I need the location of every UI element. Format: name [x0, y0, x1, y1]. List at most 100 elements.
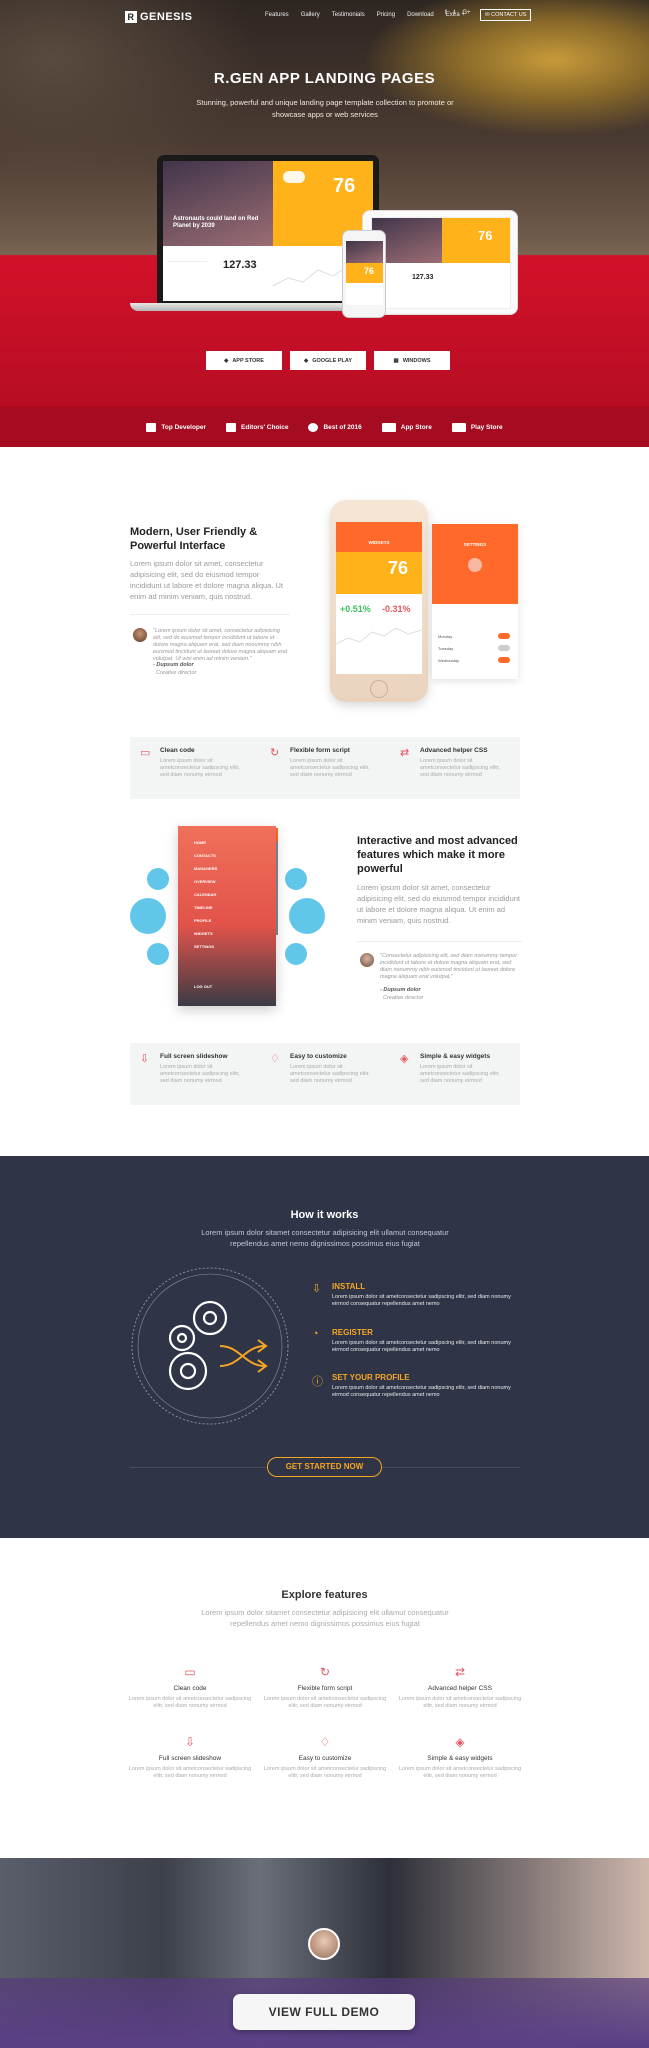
hand-icon [147, 943, 169, 965]
nav-link-testimonials[interactable]: Testimonials [332, 12, 365, 18]
award-label: Play Store [470, 423, 503, 431]
menu-item[interactable]: CALENDAR [194, 892, 216, 897]
step-install: ⇩ INSTALL Lorem ipsum dolor sit ametconsec… [312, 1282, 532, 1308]
feature-desc: Lorem ipsum dolor sit ametconsectetur sa… [290, 1064, 370, 1084]
home-button [370, 680, 388, 698]
window-icon: ▭ [140, 747, 151, 759]
info-icon: ⓘ [312, 1376, 323, 1388]
toggle-switch[interactable] [498, 657, 510, 663]
step-desc: Lorem ipsum dolor sit ametconsectetur sa… [332, 1340, 511, 1353]
step-title: INSTALL [332, 1282, 366, 1291]
box-icon: ◈ [400, 1053, 409, 1065]
menu-item[interactable]: TIMELINE [194, 905, 213, 910]
testimonial-quote: "Consectetur adipisicing elit, sed diam … [380, 953, 518, 980]
tablet-stat-value: 127.33 [412, 274, 434, 281]
how-it-works-section: How it works Lorem ipsum dolor sitamet c… [0, 1156, 649, 1538]
award-app-store: App Store [381, 422, 432, 432]
view-full-demo-button[interactable]: VIEW FULL DEMO [233, 1994, 415, 2030]
explore-item-title: Full screen slideshow [158, 1755, 222, 1762]
explore-item: ◈ Simple & easy widgets Lorem ipsum dolor … [395, 1735, 525, 1780]
nav-link-download[interactable]: Download [407, 12, 434, 18]
award-label: Best of 2016 [323, 423, 362, 431]
widgets-title: WIDGETS [368, 540, 390, 545]
twitter-icon[interactable]: t [454, 10, 456, 16]
settings-item: Wednesday [438, 658, 460, 663]
laptop-stock-list [167, 261, 207, 291]
window-icon: ▭ [184, 1665, 196, 1679]
laptop-stat-value: 127.33 [223, 259, 257, 271]
explore-item: ♢ Easy to customize Lorem ipsum dolor sit … [260, 1735, 390, 1780]
step-desc: Lorem ipsum dolor sit ametconsectetur sa… [332, 1294, 511, 1307]
register-icon: ◔ [312, 1328, 319, 1340]
play-store-badge-icon [451, 422, 466, 432]
logo-text: GENESIS [140, 11, 193, 23]
badge-icon [226, 422, 237, 432]
refresh-icon: ↻ [319, 1665, 331, 1679]
app-store-button[interactable]: ◆ APP STORE [206, 351, 282, 370]
nav-link-features[interactable]: Features [265, 12, 289, 18]
how-subtitle: Lorem ipsum dolor sitamet consectetur ad… [201, 1228, 449, 1248]
toggle-switch[interactable] [498, 633, 510, 639]
iphone-mockup: WIDGETS 76 +0.51% -0.31% [330, 500, 428, 702]
weather-widget: 76 [336, 552, 422, 594]
nav-link-gallery[interactable]: Gallery [301, 12, 320, 18]
badge-icon [308, 422, 319, 432]
feature-desc: Lorem ipsum dolor sit ametconsectetur sa… [290, 758, 370, 778]
explore-item: ↻ Flexible form script Lorem ipsum dolor s… [260, 1665, 390, 1710]
nav-link-pricing[interactable]: Pricing [377, 12, 395, 18]
award-best-of-2016: Best of 2016 [308, 422, 362, 432]
get-started-button[interactable]: GET STARTED NOW [267, 1457, 382, 1477]
explore-item-desc: Lorem ipsum dolor sit ametconsectetur sa… [263, 1766, 387, 1779]
tools-icon [130, 898, 166, 934]
logout-item[interactable]: LOG OUT [194, 984, 212, 989]
feature-form-script: ↻ Flexible form script Lorem ipsum dolor s… [260, 737, 390, 799]
google-plus-icon[interactable]: G+ [462, 10, 470, 16]
menu-item[interactable]: HOME [194, 840, 206, 845]
menu-item[interactable]: CONTACTS [194, 853, 216, 858]
tablet-temperature: 76 [478, 228, 493, 243]
android-icon: ◆ [303, 357, 309, 364]
explore-item-desc: Lorem ipsum dolor sit ametconsectetur sa… [263, 1696, 387, 1709]
box-icon: ◈ [455, 1735, 465, 1749]
phone-screen: 76 [346, 241, 383, 305]
feature-title: Full screen slideshow [160, 1053, 228, 1060]
paint-bucket-icon: ♢ [319, 1735, 331, 1749]
feature-title: Advanced helper CSS [420, 747, 488, 754]
menu-item[interactable]: MANAGERS [194, 866, 217, 871]
logo[interactable]: R GENESIS [125, 11, 192, 23]
award-label: Top Developer [161, 423, 207, 431]
gears-illustration [131, 1267, 289, 1425]
menu-item[interactable]: SETTINGS [194, 944, 214, 949]
explore-subtitle: Lorem ipsum dolor sitamet consectetur ad… [201, 1608, 449, 1628]
phone-weather-card: 76 [346, 263, 383, 283]
stat-negative: -0.31% [382, 604, 411, 614]
divider [357, 941, 522, 942]
google-play-button[interactable]: ◆ GOOGLE PLAY [290, 351, 366, 370]
download-icon: ⇩ [140, 1053, 150, 1065]
feature-customize: ♢ Easy to customize Lorem ipsum dolor sit … [260, 1043, 390, 1105]
nav-links: Features Gallery Testimonials Pricing Do… [265, 12, 465, 18]
step-title: SET YOUR PROFILE [332, 1373, 410, 1382]
install-icon: ⇩ [312, 1283, 322, 1295]
toggle-switch[interactable] [498, 645, 510, 651]
menu-item[interactable]: WIDGETS [194, 931, 213, 936]
settings-title: SETTINGS [463, 542, 487, 547]
facebook-icon[interactable]: f [445, 10, 447, 16]
explore-item-title: Flexible form script [297, 1685, 353, 1692]
features-box-1: ▭ Clean code Lorem ipsum dolor sit ametcon… [130, 737, 520, 799]
section2-text: Lorem ipsum dolor sit amet, consectetur … [357, 883, 521, 925]
settings-header: SETTINGS [432, 524, 518, 604]
windows-button[interactable]: ▦ WINDOWS [374, 351, 450, 370]
menu-item[interactable]: OVERVIEW [194, 879, 216, 884]
divider [130, 614, 290, 615]
testimonial-role: Creative director [156, 670, 197, 676]
windows-label: WINDOWS [402, 357, 431, 364]
bookmark-icon [289, 898, 325, 934]
tablet-screen: 76 127.33 [371, 217, 511, 309]
section2-title: Interactive and most advanced features w… [357, 835, 518, 875]
explore-item-desc: Lorem ipsum dolor sit ametconsectetur sa… [128, 1696, 252, 1709]
contact-us-button[interactable]: ✉ CONTACT US [480, 9, 532, 21]
menu-item[interactable]: PROFILE [194, 918, 211, 923]
step-title: REGISTER [332, 1328, 373, 1337]
logo-mark: R [125, 11, 137, 23]
